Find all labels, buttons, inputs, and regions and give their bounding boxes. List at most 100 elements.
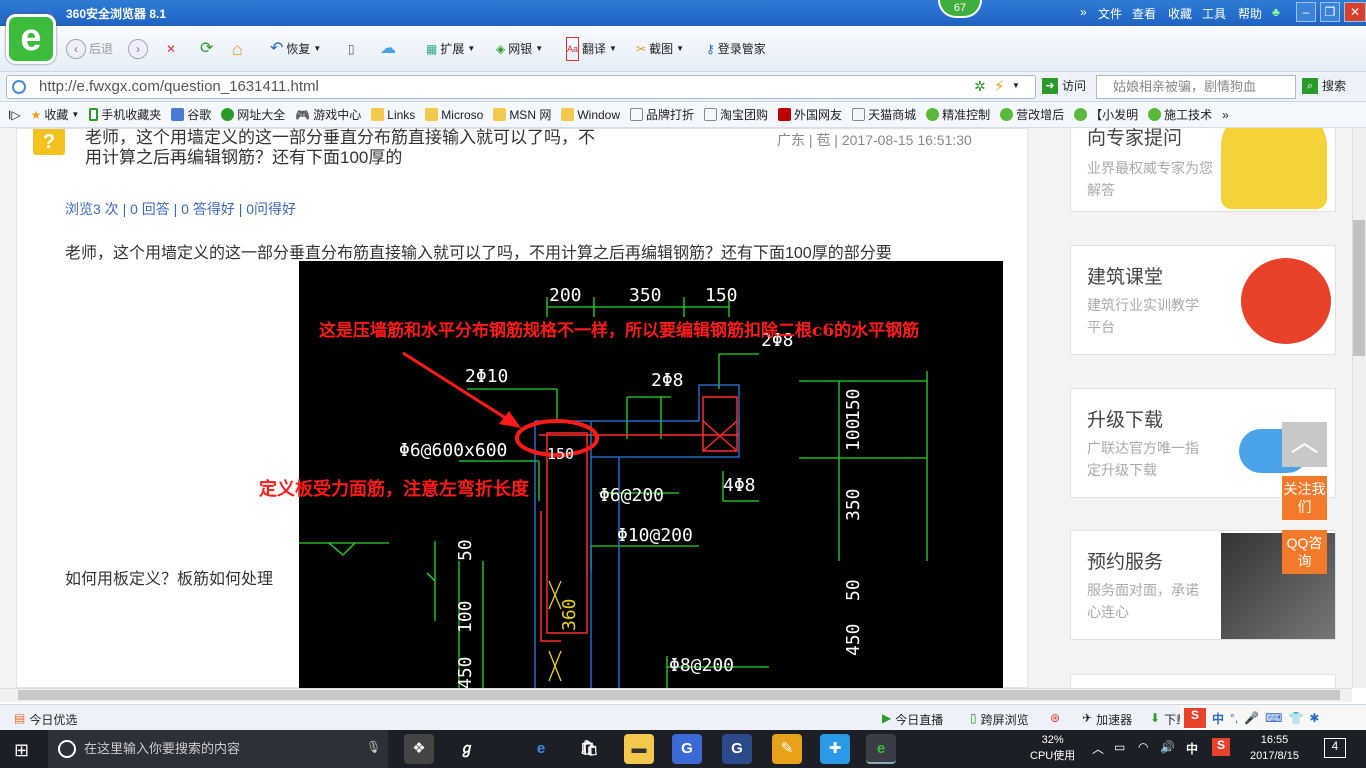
notification-center-icon[interactable]: 4	[1324, 738, 1346, 758]
back-button[interactable]: ‹ 后退	[66, 38, 113, 60]
menu-view[interactable]: 查看	[1132, 5, 1156, 22]
today-live[interactable]: ▶ 今日直播	[882, 711, 943, 728]
mic-icon[interactable]: 🎙	[366, 740, 381, 754]
visit-button[interactable]: ➜ 访问	[1042, 77, 1086, 94]
menu-favorites[interactable]: 收藏	[1168, 5, 1192, 22]
fav-item[interactable]: 手机收藏夹	[89, 106, 161, 123]
gamepad-icon: 🎮	[295, 107, 311, 122]
wifi-icon[interactable]: ◠	[1138, 740, 1148, 754]
cortana-icon[interactable]	[58, 740, 76, 758]
translate-button[interactable]: Aa 翻译 ▼	[566, 37, 617, 61]
sidebar-card-title: 建筑课堂	[1087, 267, 1164, 288]
vertical-scrollbar[interactable]	[1352, 128, 1366, 688]
sogou-icon[interactable]: S	[1212, 738, 1230, 756]
fav-item[interactable]: 网址大全	[221, 106, 285, 123]
accelerator[interactable]: ✈ 加速器	[1082, 711, 1132, 728]
store-icon[interactable]: 🛍	[574, 734, 604, 764]
maximize-button[interactable]: ❐	[1320, 2, 1340, 22]
forward-button[interactable]: ›	[128, 38, 148, 60]
fav-item[interactable]: 外国网友	[778, 106, 842, 123]
go-icon: ➜	[1042, 77, 1058, 94]
skin-icon[interactable]: ♣	[1272, 5, 1280, 19]
cloud-icon[interactable]: ☁	[380, 38, 396, 60]
sidebar-card-expert[interactable]: 向专家提问 业界最权威专家为您解答	[1070, 128, 1336, 212]
menu-tools[interactable]: 工具	[1202, 5, 1226, 22]
task-view-icon[interactable]: ❖	[404, 734, 434, 764]
close-button[interactable]: ✕	[1344, 2, 1366, 22]
fav-item[interactable]: 精准控制	[926, 106, 990, 123]
qq-consult-button[interactable]: QQ咨询	[1282, 530, 1327, 574]
folder-icon	[561, 108, 575, 121]
fav-item[interactable]: Microso	[425, 108, 483, 122]
dim-label: 150	[705, 285, 738, 306]
refresh-icon[interactable]: ⟳	[200, 38, 213, 60]
arrow-icon[interactable]: »	[1080, 5, 1087, 19]
fav-item[interactable]: 淘宝团购	[704, 106, 768, 123]
follow-us-button[interactable]: 关注我们	[1282, 476, 1327, 520]
question-stats[interactable]: 浏览3 次 | 0 回答 | 0 答得好 | 0问得好	[65, 199, 296, 219]
app-icon[interactable]: ℊ	[452, 734, 482, 764]
back-to-top-button[interactable]: ︿	[1282, 422, 1327, 467]
explorer-icon[interactable]: ▬	[624, 734, 654, 764]
plus-app-icon[interactable]: ✚	[820, 734, 850, 764]
question-body-2: 如何用板定义？板筋如何处理	[65, 571, 274, 588]
netbank-button[interactable]: ◈ 网银 ▼	[496, 38, 543, 60]
taskbar-search-input[interactable]: 在这里输入你要搜索的内容	[48, 730, 388, 768]
volume-icon[interactable]: 🔊	[1160, 740, 1175, 754]
fav-item[interactable]: 营改增后	[1000, 106, 1064, 123]
home-icon[interactable]: ⌂	[232, 38, 243, 60]
cpu-usage[interactable]: 32% CPU使用	[1030, 732, 1075, 764]
restore-button[interactable]: ↶ 恢复 ▼	[270, 38, 321, 60]
menu-help[interactable]: 帮助	[1238, 5, 1262, 22]
sidebar-card-desc: 广联达官方唯一指定升级下载	[1087, 440, 1199, 478]
fav-item[interactable]: 品牌打折	[630, 106, 694, 123]
favorites-button[interactable]: ★ 收藏 ▼	[31, 106, 80, 123]
search-input[interactable]: 姑娘相亲被骗，剧情狗血	[1096, 75, 1296, 99]
phone-icon[interactable]: ▯	[348, 38, 355, 60]
notification-badge[interactable]: 67	[938, 0, 982, 18]
fav-item[interactable]: 天猫商城	[852, 106, 916, 123]
fav-item[interactable]: 🎮 游戏中心	[295, 106, 361, 123]
glodon-icon[interactable]: G	[672, 734, 702, 764]
fav-item[interactable]: MSN 网	[493, 106, 551, 123]
login-manager-button[interactable]: ⚷ 登录管家	[706, 38, 766, 60]
horizontal-scroll-thumb[interactable]	[18, 690, 1340, 700]
sidebar-card[interactable]	[1070, 674, 1336, 688]
notes-icon[interactable]: ✎	[772, 734, 802, 764]
shield-icon[interactable]: ⊛	[1050, 711, 1060, 725]
fav-item[interactable]: Links	[371, 108, 415, 122]
fav-item[interactable]: 【小发明	[1074, 106, 1138, 123]
star-icon: ★	[30, 107, 42, 122]
edge-icon[interactable]: e	[526, 734, 556, 764]
sidebar-card-classroom[interactable]: 建筑课堂 建筑行业实训教学平台	[1070, 245, 1336, 355]
menu-file[interactable]: 文件	[1098, 5, 1122, 22]
minimize-button[interactable]: –	[1296, 2, 1316, 22]
stop-icon[interactable]: ✕	[166, 38, 176, 60]
rebar-label: 2Φ8	[651, 370, 684, 391]
browser-logo[interactable]: e	[6, 14, 56, 64]
chevron-down-icon[interactable]: ▼	[1012, 81, 1020, 90]
sidebar-toggle-icon[interactable]: I▷	[8, 108, 21, 122]
extension-button[interactable]: ▦ 扩展 ▼	[426, 38, 475, 60]
forward-arrow-icon: ›	[128, 39, 148, 59]
url-input[interactable]: http://e.fwxgx.com/question_1631411.html	[6, 75, 1036, 99]
glodon2-icon[interactable]: G	[722, 734, 752, 764]
fav-item[interactable]: 谷歌	[171, 106, 211, 123]
fav-item[interactable]: Window	[561, 108, 620, 122]
key-icon: ⚷	[706, 42, 715, 56]
browser-360-icon[interactable]: e	[866, 734, 896, 764]
chevron-up-icon[interactable]: ︿	[1092, 740, 1104, 757]
search-button[interactable]: ⌕ 搜索	[1302, 77, 1346, 94]
clock[interactable]: 16:55 2017/8/15	[1250, 732, 1299, 764]
lightning-icon[interactable]: ⚡	[994, 77, 1005, 95]
ime-toolbar[interactable]: S 中 °, 🎤 ⌨ 👕 ✱	[1180, 705, 1366, 731]
vertical-scroll-thumb[interactable]	[1353, 220, 1365, 356]
more-favorites-icon[interactable]: »	[1222, 108, 1229, 122]
cross-screen[interactable]: ▯ 跨屏浏览	[970, 711, 1029, 728]
windows-start-icon[interactable]: ⊞	[14, 740, 29, 761]
ime-indicator[interactable]: 中	[1186, 740, 1198, 757]
network-icon[interactable]: ▭	[1114, 740, 1125, 754]
today-picks[interactable]: ▤ 今日优选	[14, 711, 77, 728]
screenshot-button[interactable]: ✂ 截图 ▼	[636, 38, 684, 60]
fav-item[interactable]: 施工技术	[1148, 106, 1212, 123]
